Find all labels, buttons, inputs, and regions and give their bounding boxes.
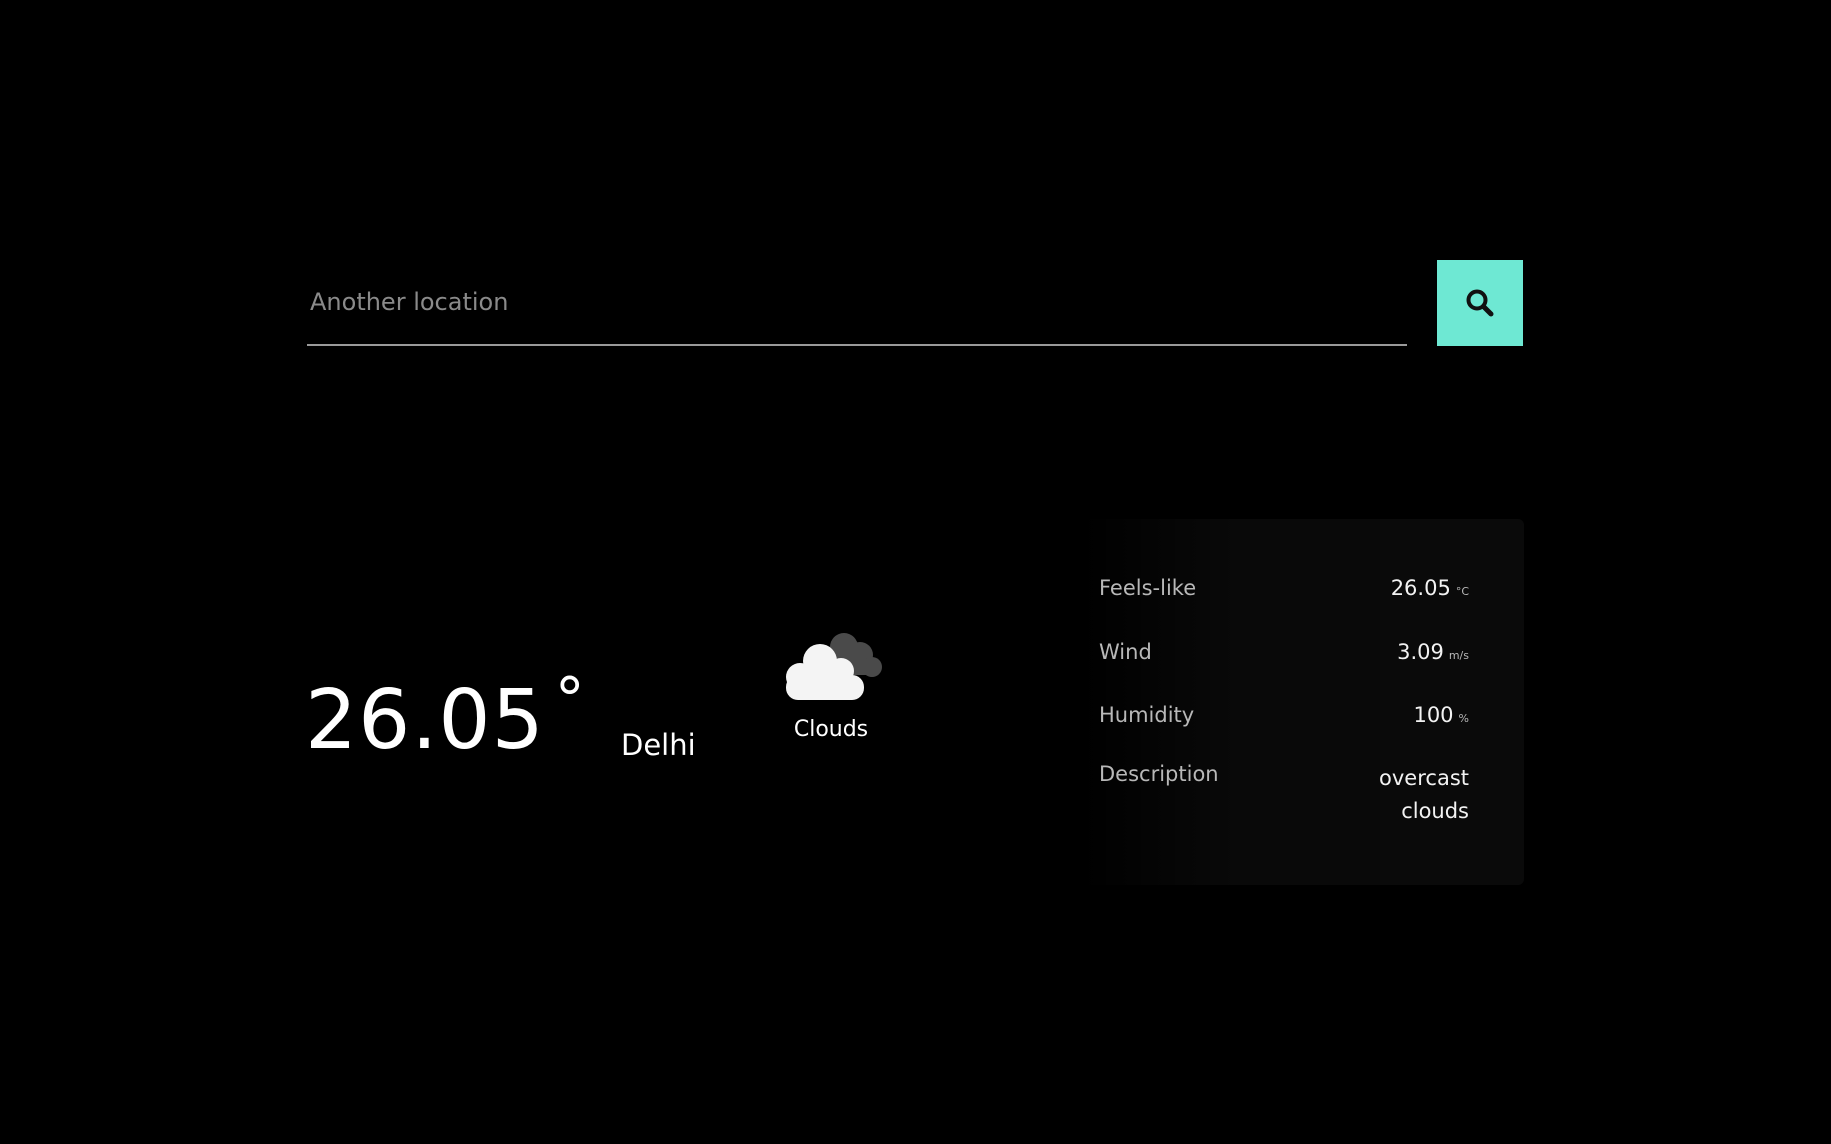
humidity-number: 100 — [1413, 703, 1454, 727]
wind-label: Wind — [1099, 640, 1152, 664]
description-label: Description — [1099, 762, 1219, 786]
weather-details-card: Feels-like 26.05 °C Wind 3.09 m/s Humidity… — [1080, 519, 1524, 885]
description-line-2: clouds — [1401, 799, 1469, 823]
search-icon — [1466, 289, 1494, 317]
feels-like-label: Feels-like — [1099, 576, 1197, 600]
current-temperature: 26.05 ° — [305, 670, 586, 762]
wind-value: 3.09 m/s — [1397, 640, 1469, 664]
description-value: overcast clouds — [1379, 762, 1469, 828]
humidity-unit: % — [1458, 712, 1469, 725]
description-line-1: overcast — [1379, 766, 1469, 790]
humidity-label: Humidity — [1099, 703, 1195, 727]
weather-page: 26.05° Delhi Clouds Feels-like 2 — [0, 0, 1831, 1144]
weather-condition: Clouds — [770, 625, 892, 742]
detail-row-humidity: Humidity 100% — [1099, 703, 1469, 727]
search-button[interactable] — [1437, 260, 1523, 346]
detail-row-wind: Wind 3.09 m/s — [1099, 640, 1469, 664]
detail-row-description: Description overcast clouds — [1099, 762, 1469, 828]
feels-like-number: 26.05 — [1390, 576, 1451, 600]
temperature-unit: ° — [554, 665, 586, 735]
feels-like-value: 26.05 °C — [1391, 576, 1469, 600]
condition-label: Clouds — [793, 717, 869, 742]
search-bar — [307, 260, 1524, 346]
wind-number: 3.09 — [1397, 640, 1444, 664]
detail-row-feels-like: Feels-like 26.05 °C — [1099, 576, 1469, 600]
location-search-input[interactable] — [307, 260, 1407, 346]
city-name: Delhi — [621, 728, 696, 762]
feels-like-unit: °C — [1455, 585, 1469, 598]
wind-unit: m/s — [1448, 649, 1469, 662]
humidity-value: 100% — [1413, 703, 1469, 727]
temperature-value: 26.05 — [305, 673, 545, 768]
clouds-icon — [786, 633, 882, 700]
